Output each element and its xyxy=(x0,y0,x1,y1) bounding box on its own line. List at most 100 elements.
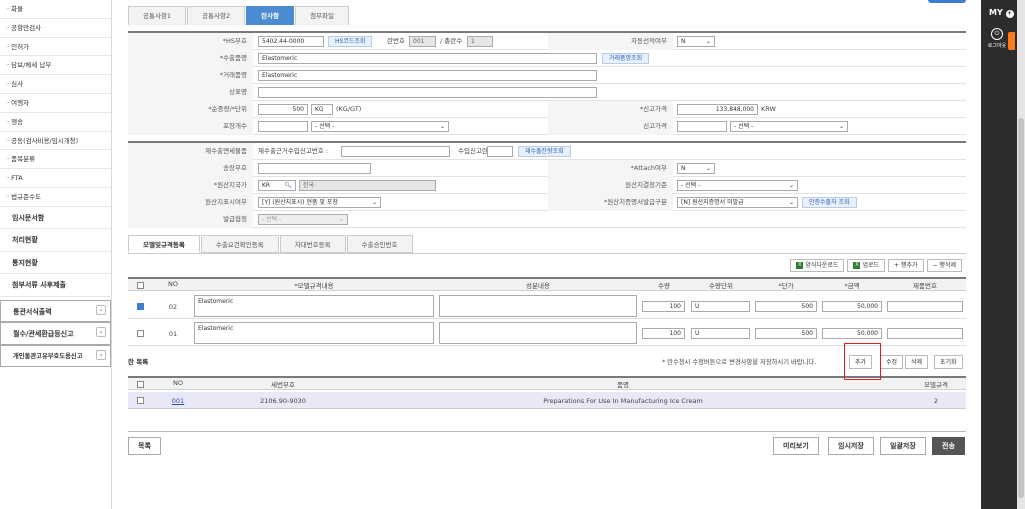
chevron-down-icon[interactable]: ⌄ xyxy=(96,304,106,315)
origin-cert-select[interactable]: [N] 원산지증명서 미발급 ⌄ xyxy=(677,197,798,208)
sidebar-status[interactable]: 처리현황 xyxy=(0,229,111,252)
tab-common1[interactable]: 공통사항1 xyxy=(128,6,187,25)
scrollbar-thumb[interactable] xyxy=(1018,118,1024,498)
sidebar-temp-docs[interactable]: 임시문서함 xyxy=(0,206,111,230)
pack-input[interactable] xyxy=(258,121,308,132)
exporter-lookup-button[interactable]: 인증수출자 조회 xyxy=(802,197,857,208)
reexport-lookup-button[interactable]: 재수출잔량조회 xyxy=(518,146,571,157)
ingredient-textarea[interactable] xyxy=(439,322,637,344)
sidebar-item[interactable]: · 공항만검사 xyxy=(0,19,111,38)
amount-input[interactable]: 50,000 xyxy=(822,328,882,339)
upload-button[interactable]: X 업로드 xyxy=(847,259,885,272)
sidebar-attach-submit[interactable]: 첨부서류 사후제출 xyxy=(0,274,111,297)
sidebar-item[interactable]: · FTA xyxy=(0,169,111,188)
sidebar-item[interactable]: · 품목분류 xyxy=(0,150,111,170)
qty-input[interactable]: 100 xyxy=(642,328,685,339)
tab-common2[interactable]: 공통사항2 xyxy=(187,6,246,25)
pack-label: 포장개수 xyxy=(128,118,253,135)
scrollbar[interactable] xyxy=(1017,0,1025,509)
product-no-input[interactable] xyxy=(887,328,963,339)
chevron-down-icon[interactable]: ⌄ xyxy=(96,327,106,338)
amount-input[interactable]: 50,000 xyxy=(822,301,882,312)
sidebar-item[interactable]: · 심사 xyxy=(0,75,111,94)
ingredient-textarea[interactable] xyxy=(439,295,637,317)
plus-icon[interactable]: + xyxy=(1005,10,1014,18)
excel-icon: X xyxy=(853,262,861,269)
price-input[interactable]: 500 xyxy=(755,328,817,339)
send-button[interactable]: 전송 xyxy=(932,437,965,455)
sidebar-item[interactable]: · 여행자 xyxy=(0,94,111,113)
import-num-input[interactable] xyxy=(487,146,513,157)
sidebar-item[interactable]: · 화물 xyxy=(0,0,111,19)
attach-select[interactable]: N ⌄ xyxy=(677,163,715,174)
declared-amount-input[interactable] xyxy=(677,121,727,132)
sidebar-select-refund[interactable]: 월수/관세환급등신고 ⌄ xyxy=(0,322,111,345)
spec-textarea[interactable]: Elastomeric xyxy=(194,322,434,344)
sidebar-item[interactable]: · 법규준수도 xyxy=(0,188,111,207)
declared-price-input[interactable]: 133,848,000 xyxy=(677,104,758,115)
sidebar-item[interactable]: · 쟁송 xyxy=(0,113,111,132)
search-icon[interactable]: 🔍︎ xyxy=(284,181,292,190)
brand-input[interactable] xyxy=(258,87,597,98)
delete-row-button[interactable]: − 행삭제 xyxy=(926,259,962,272)
select-all-checkbox[interactable] xyxy=(137,381,144,388)
qty-input[interactable]: 100 xyxy=(642,301,685,312)
sidebar-item[interactable]: · 담보/체세 납부 xyxy=(0,56,111,76)
tab-ran[interactable]: 란사항 xyxy=(246,6,295,25)
download-template-button[interactable]: X 양식다운로드 xyxy=(790,259,845,272)
row-checkbox[interactable] xyxy=(137,397,144,404)
pack-select[interactable]: - 선택 - ⌄ xyxy=(311,121,449,132)
row-checkbox[interactable] xyxy=(137,330,144,337)
subtab-jadae[interactable]: 자대번호등록 xyxy=(279,235,346,253)
sidebar-select-misuse[interactable]: 개인통관고유부호도용신고 ⌄ xyxy=(0,344,111,368)
ran-no-link[interactable]: 001 xyxy=(158,397,198,405)
hs-lookup-button[interactable]: HS코드조회 xyxy=(328,36,373,47)
subtab-requirements[interactable]: 수출요건확인등록 xyxy=(200,235,279,253)
origin-basis-select[interactable]: - 선택 - ⌄ xyxy=(677,180,798,191)
auto-sel-select[interactable]: N ⌄ xyxy=(677,36,715,47)
chevron-down-icon[interactable]: ⌄ xyxy=(96,349,106,360)
edit-button[interactable]: 수정 xyxy=(880,355,904,369)
row-checkbox[interactable] xyxy=(137,303,144,310)
total-ran-input: 1 xyxy=(467,36,493,47)
list-button[interactable]: 목록 xyxy=(128,437,161,455)
table-row[interactable]: 001 2106.90-9030 Preparations For Use In… xyxy=(128,392,966,409)
reexport-input[interactable] xyxy=(341,146,450,157)
song-input[interactable] xyxy=(258,163,371,174)
table-row[interactable]: 02 Elastomeric 100 U 500 50,000 xyxy=(128,292,966,319)
sidebar-item[interactable]: · 인허가 xyxy=(0,38,111,57)
origin-code-input[interactable]: KR 🔍︎ xyxy=(258,180,296,191)
side-tab-handle[interactable] xyxy=(1008,32,1015,50)
origin-mark-select[interactable]: [Y] (원산지표시) 현품 및 포장 ⌄ xyxy=(258,197,381,208)
weight-input[interactable]: 500 xyxy=(258,104,308,115)
logout-button[interactable]: ⏻ 로그아웃 xyxy=(986,28,1008,49)
hs-input[interactable]: 5402.44-0000 xyxy=(258,36,324,47)
table-row[interactable]: 01 Elastomeric 100 U 500 50,000 xyxy=(128,319,966,346)
sidebar-item[interactable]: · 공동(검사비용/임시개청) xyxy=(0,132,111,151)
select-all-checkbox[interactable] xyxy=(137,282,144,289)
spec-textarea[interactable]: Elastomeric xyxy=(194,295,434,317)
reset-button[interactable]: 초기화 xyxy=(934,355,963,369)
subtab-model[interactable]: 모델및규격등록 xyxy=(128,235,200,253)
price-input[interactable]: 500 xyxy=(755,301,817,312)
trade-lookup-button[interactable]: 거래품명조회 xyxy=(602,53,650,64)
unit-input[interactable]: U xyxy=(691,328,750,339)
delete-button[interactable]: 삭제 xyxy=(905,355,929,369)
tab-attachments[interactable]: 첨부파일 xyxy=(295,6,349,25)
add-row-button[interactable]: + 행추가 xyxy=(888,259,924,272)
sidebar-notice[interactable]: 통지현황 xyxy=(0,251,111,275)
product-no-input[interactable] xyxy=(887,301,963,312)
trade-name-input[interactable]: Elastomeric xyxy=(258,70,597,81)
preview-button[interactable]: 미리보기 xyxy=(773,437,819,455)
temp-save-button[interactable]: 임시저장 xyxy=(828,437,874,455)
main-tabs: 공통사항1 공통사항2 란사항 첨부파일 xyxy=(128,6,350,25)
sidebar-select-print[interactable]: 통관서식출력 ⌄ xyxy=(0,299,111,323)
unit-input[interactable]: U xyxy=(691,301,750,312)
declared-amount-select[interactable]: - 선택 - ⌄ xyxy=(730,121,848,132)
weight-unit-input[interactable]: KG xyxy=(311,104,333,115)
export-name-input[interactable]: Elastomeric xyxy=(258,53,597,64)
my-menu[interactable]: MY + xyxy=(989,8,1014,18)
batch-save-button[interactable]: 일괄저장 xyxy=(880,437,926,455)
excel-icon: X xyxy=(796,262,804,269)
subtab-approval[interactable]: 수출승인번호 xyxy=(346,235,413,253)
